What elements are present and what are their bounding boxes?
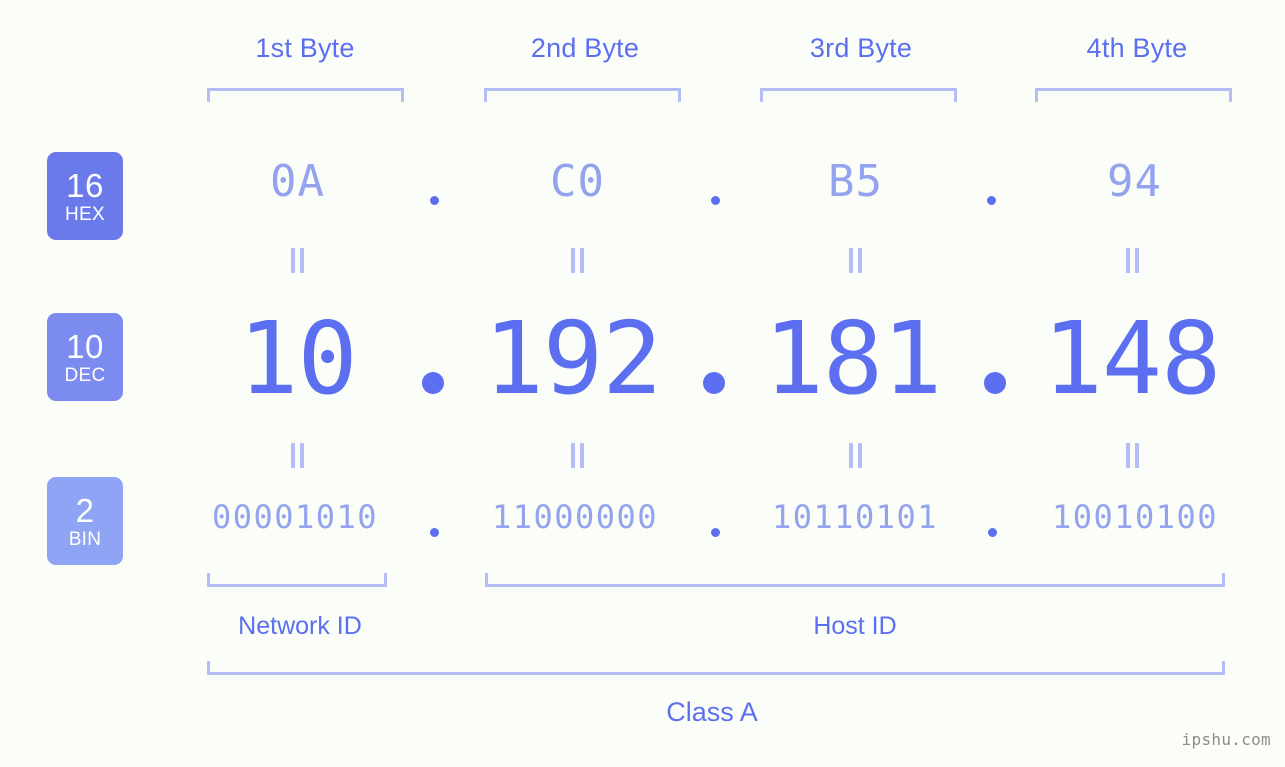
radix-badge-hex: 16 HEX [47,152,123,240]
equals-connector-dec-bin-1 [291,443,305,468]
bin-dot-2 [711,528,720,537]
bin-byte-3: 10110101 [771,498,939,536]
dec-byte-4: 148 [1042,300,1222,417]
bin-dot-1 [430,528,439,537]
network-id-label: Network ID [238,612,362,640]
hex-dot-3 [987,196,996,205]
hex-dot-1 [430,196,439,205]
dec-dot-2 [703,372,725,394]
hex-dot-2 [711,196,720,205]
byte-header-2: 2nd Byte [530,33,640,63]
byte-header-3: 3rd Byte [809,33,913,63]
byte-bracket-3 [760,88,957,102]
dec-byte-1: 10 [238,300,357,417]
radix-badge-bin-label: BIN [68,528,102,550]
dec-byte-2: 192 [483,300,663,417]
network-id-bracket [207,573,387,587]
radix-badge-dec: 10 DEC [47,313,123,401]
byte-bracket-1 [207,88,404,102]
radix-badge-bin: 2 BIN [47,477,123,565]
radix-badge-bin-number: 2 [75,491,95,529]
radix-badge-hex-label: HEX [65,203,105,225]
equals-connector-hex-dec-4 [1126,248,1140,273]
byte-header-1: 1st Byte [255,33,355,63]
equals-connector-hex-dec-1 [291,248,305,273]
equals-connector-dec-bin-2 [571,443,585,468]
bin-byte-1: 00001010 [211,498,379,536]
equals-connector-hex-dec-2 [571,248,585,273]
dec-dot-3 [984,372,1006,394]
bin-byte-2: 11000000 [491,498,659,536]
class-label: Class A [666,697,758,727]
host-id-bracket [485,573,1225,587]
radix-badge-dec-label: DEC [64,364,106,386]
dec-byte-3: 181 [763,300,943,417]
site-watermark: ipshu.com [1181,730,1271,749]
byte-bracket-2 [484,88,681,102]
hex-byte-4: 94 [1107,156,1162,207]
host-id-label: Host ID [813,612,897,640]
byte-bracket-4 [1035,88,1232,102]
bin-byte-4: 10010100 [1051,498,1219,536]
equals-connector-dec-bin-4 [1126,443,1140,468]
radix-badge-hex-number: 16 [66,166,104,204]
bin-dot-3 [988,528,997,537]
equals-connector-hex-dec-3 [849,248,863,273]
equals-connector-dec-bin-3 [849,443,863,468]
hex-byte-2: C0 [550,156,605,207]
class-bracket [207,661,1225,675]
dec-dot-1 [422,372,444,394]
hex-byte-3: B5 [828,156,883,207]
hex-byte-1: 0A [270,156,325,207]
ip-breakdown-diagram: 1st Byte 2nd Byte 3rd Byte 4th Byte 16 H… [0,0,1285,767]
byte-header-4: 4th Byte [1086,33,1188,63]
radix-badge-dec-number: 10 [66,327,104,365]
